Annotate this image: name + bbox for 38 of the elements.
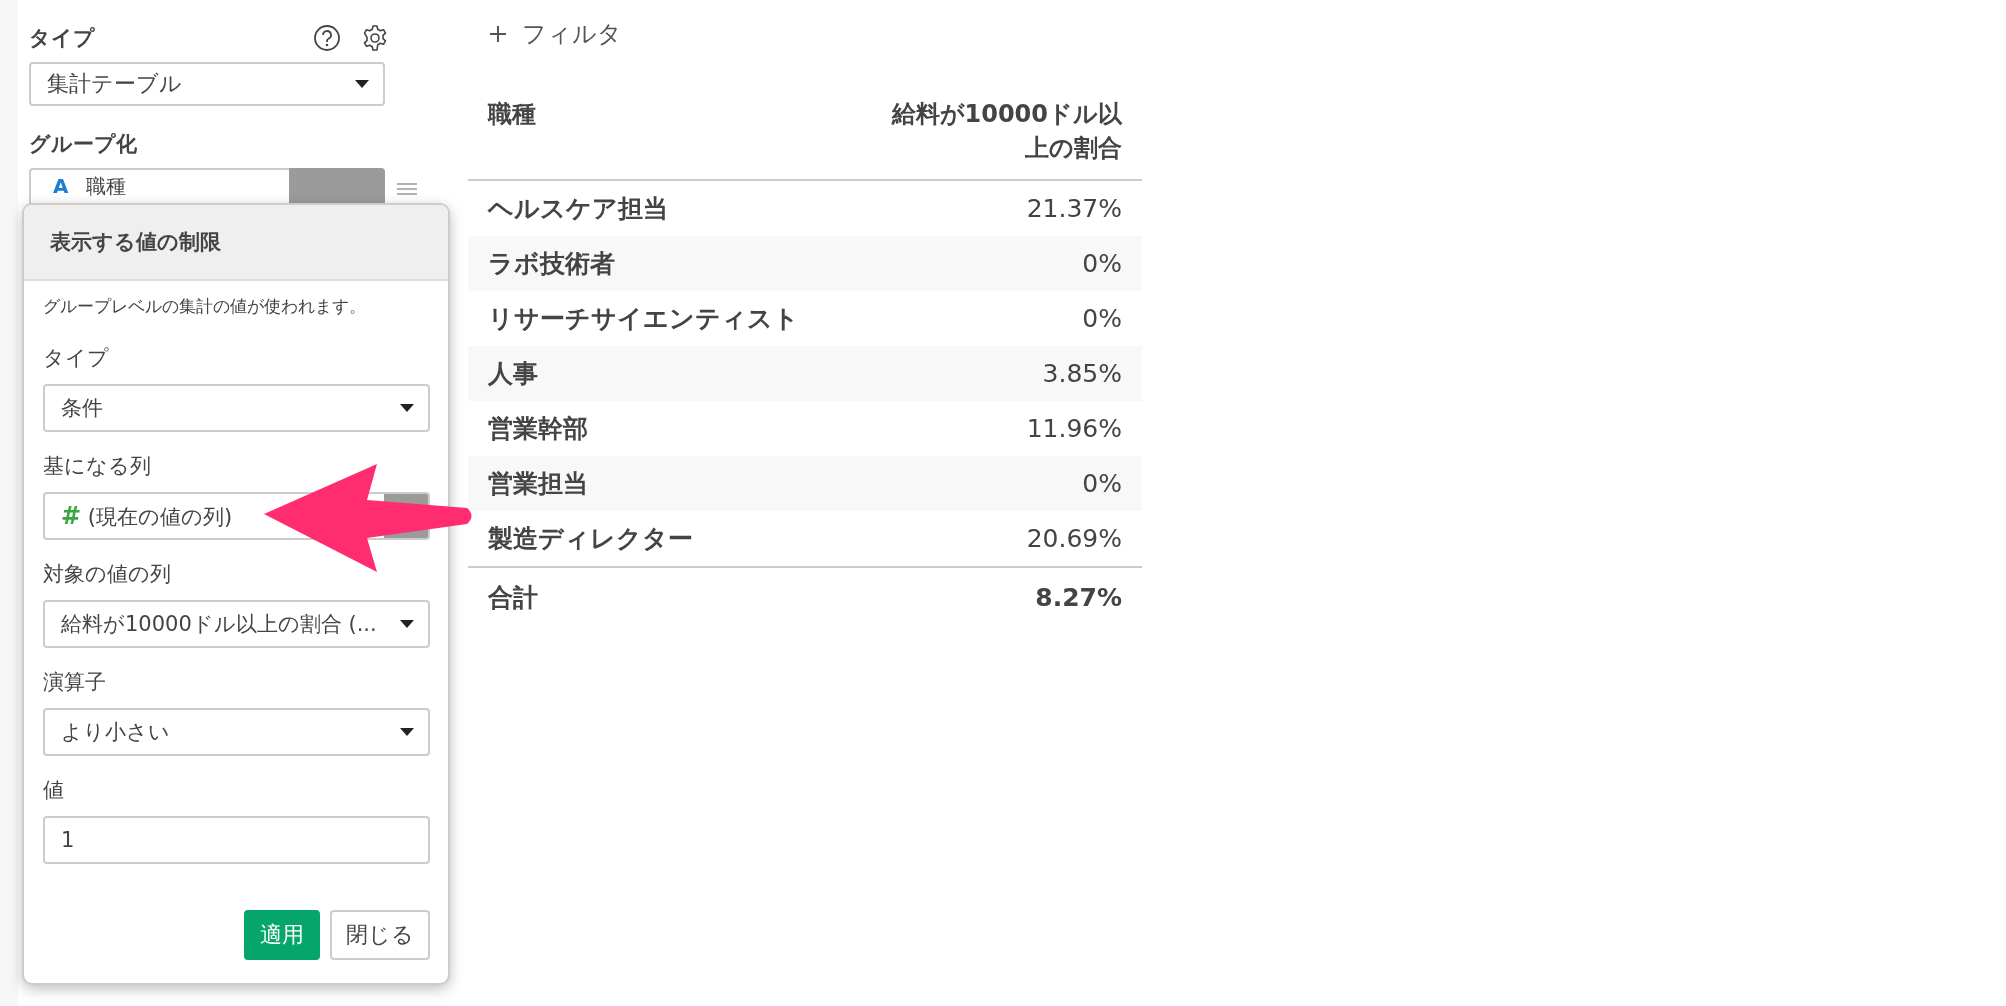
table-cell-text: 営業幹部	[488, 413, 588, 446]
total-value: 8.27%	[1035, 582, 1122, 612]
table-cell: 3.85%	[1042, 359, 1122, 389]
table-cell-text: リサーチサイエンティスト	[488, 303, 799, 336]
table-cell: 0%	[1082, 249, 1122, 279]
table-cell: 21.37%	[1026, 194, 1122, 224]
field-label: タイプ	[43, 345, 110, 372]
add-filter-button[interactable]: フィルタ	[468, 16, 622, 52]
total-label: 合計	[488, 581, 538, 614]
table-cell-text: ヘルスケア担当	[488, 193, 668, 226]
field-label: 対象の値の列	[43, 561, 172, 588]
field-label: 値	[43, 777, 65, 804]
text-type-icon: A	[53, 174, 69, 198]
column-header: 給料が10000ドル以上の割合	[890, 99, 1122, 164]
close-button[interactable]: 閉じる	[330, 910, 430, 960]
plus-icon	[488, 24, 508, 44]
settings-icon[interactable]	[361, 24, 389, 52]
table-cell: 0%	[1082, 304, 1122, 334]
grouping-label: グループ化	[29, 131, 138, 158]
type-select[interactable]: 集計テーブル	[29, 62, 385, 106]
field-label: 演算子	[43, 669, 107, 696]
table-cell: 20.69%	[1026, 524, 1122, 554]
table-cell-text: 製造ディレクター	[488, 523, 693, 556]
popup-title: 表示する値の制限	[50, 229, 221, 256]
input-field[interactable]: 1	[43, 816, 430, 864]
column-header: 職種	[488, 99, 536, 130]
field-label: 基になる列	[43, 453, 152, 480]
table-cell: 0%	[1082, 469, 1122, 499]
popup-description: グループレベルの集計の値が使われます。	[43, 295, 367, 318]
dropdown[interactable]: 給料が10000ドル以上の割合 (...	[43, 600, 430, 648]
table-cell-text: 人事	[488, 358, 538, 391]
dropdown[interactable]: より小さい	[43, 708, 430, 756]
dropdown[interactable]: 条件	[43, 384, 430, 432]
table-cell: 11.96%	[1026, 414, 1122, 444]
table-cell-text: 営業担当	[488, 468, 588, 501]
type-label: タイプ	[29, 25, 95, 52]
table-cell-text: ラボ技術者	[488, 248, 615, 281]
help-icon[interactable]	[313, 24, 341, 52]
